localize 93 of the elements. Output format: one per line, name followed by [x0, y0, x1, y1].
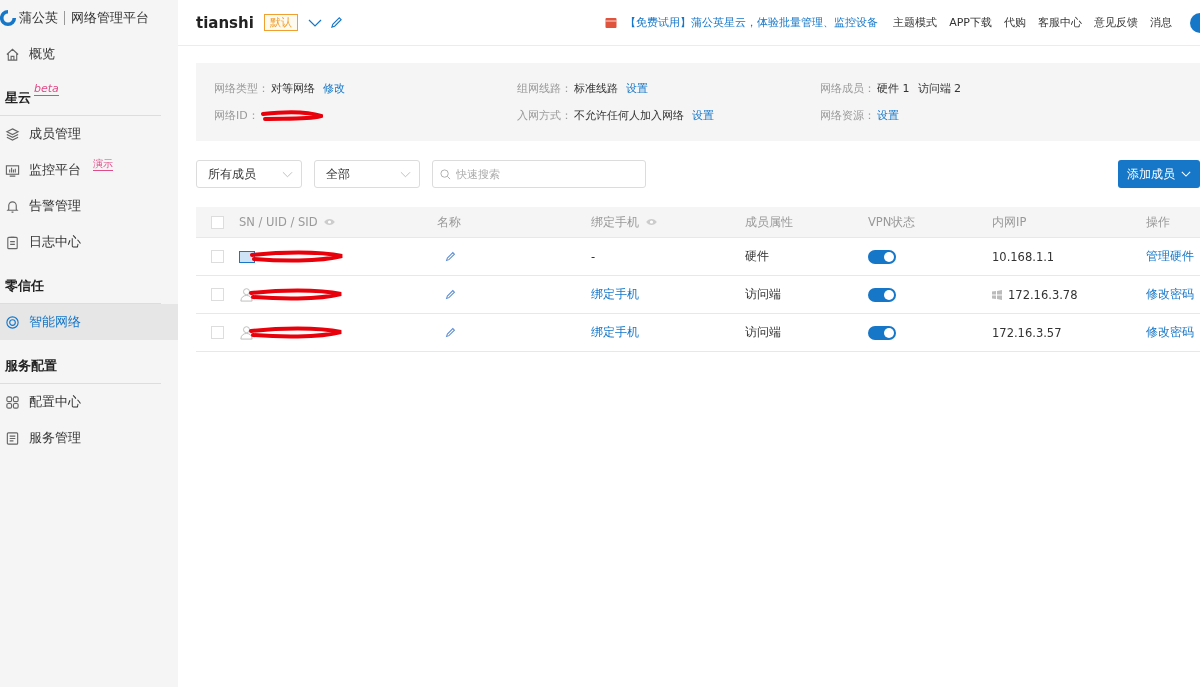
info-value: 对等网络: [271, 81, 315, 96]
logo-icon: [0, 9, 17, 27]
chevron-down-icon: [282, 170, 293, 178]
sidebar-item[interactable]: 概览: [0, 36, 178, 72]
chevron-down-icon: [1181, 171, 1191, 177]
network-name: tianshi: [196, 13, 254, 32]
vpn-toggle[interactable]: [868, 249, 896, 264]
nav-icon: [5, 46, 20, 62]
info-label: 网络成员：: [820, 81, 875, 96]
info-value: 访问端 2: [917, 81, 961, 96]
row-checkbox[interactable]: [211, 326, 224, 339]
pencil-icon[interactable]: [445, 327, 456, 338]
info-label: 网络ID：: [214, 108, 259, 123]
demo-tag: 演示: [93, 157, 113, 171]
user-icon: [239, 287, 254, 302]
info-value: 不允许任何人加入网络: [574, 108, 684, 123]
pencil-icon[interactable]: [445, 251, 456, 262]
column-header: 成员属性: [745, 214, 793, 230]
header-link[interactable]: 代购: [1004, 15, 1026, 30]
sidebar-item[interactable]: 监控平台 演示: [0, 152, 178, 188]
column-header: SN / UID / SID: [239, 215, 318, 229]
header-link[interactable]: 意见反馈: [1094, 15, 1138, 30]
nav-icon: [5, 314, 20, 330]
sidebar-item[interactable]: 告警管理: [0, 188, 178, 224]
sidebar-item[interactable]: 智能网络: [0, 304, 178, 340]
section-title: 服务配置: [5, 357, 57, 375]
user-icon: [239, 325, 254, 340]
gift-icon: [605, 16, 618, 29]
search-icon: [440, 169, 451, 180]
beta-tag: beta: [34, 82, 59, 96]
ip-address: 172.16.3.57: [992, 325, 1062, 340]
column-header: 绑定手机: [591, 214, 639, 230]
eye-icon[interactable]: [645, 218, 658, 226]
info-value: 标准线路: [574, 81, 618, 96]
section-title: 零信任: [5, 277, 44, 295]
search-field[interactable]: 快速搜索: [432, 160, 646, 188]
select-all-checkbox[interactable]: [211, 215, 224, 229]
info-label: 网络资源：: [820, 108, 875, 123]
sidebar-item[interactable]: 配置中心: [0, 384, 178, 420]
sidebar-item[interactable]: 成员管理: [0, 116, 178, 152]
brand-name: 蒲公英: [19, 9, 58, 27]
ip-address: 172.16.3.78: [1008, 287, 1078, 302]
column-header: 内网IP: [992, 214, 1027, 230]
header-link[interactable]: APP下载: [949, 15, 992, 30]
nav-icon: [5, 430, 20, 446]
vpn-toggle[interactable]: [868, 287, 896, 302]
nav-icon: [5, 234, 20, 250]
pencil-icon[interactable]: [445, 289, 456, 300]
device-icon: [239, 250, 255, 263]
add-member-button[interactable]: 添加成员: [1118, 160, 1200, 188]
section-title: 星云: [5, 89, 31, 107]
chevron-down-icon: [400, 170, 411, 178]
ip-address: 10.168.1.1: [992, 249, 1055, 264]
default-badge: 默认: [263, 14, 298, 31]
pencil-icon[interactable]: [329, 16, 343, 29]
bind-phone-link[interactable]: 绑定手机: [591, 287, 639, 302]
nav-icon: [5, 198, 20, 214]
header-link[interactable]: 客服中心: [1038, 15, 1082, 30]
info-label: 网络类型：: [214, 81, 269, 96]
nav-icon: [5, 162, 20, 178]
member-dropdown[interactable]: 所有成员: [196, 160, 302, 188]
nav-icon: [5, 126, 20, 142]
row-checkbox[interactable]: [211, 250, 224, 263]
promo-link[interactable]: 【免费试用】蒲公英星云，体验批量管理、监控设备: [625, 15, 879, 30]
member-type: 访问端: [745, 287, 781, 302]
vpn-toggle[interactable]: [868, 325, 896, 340]
info-label: 组网线路：: [517, 81, 572, 96]
info-value: 硬件 1: [877, 81, 910, 96]
member-type: 硬件: [745, 249, 769, 264]
nav-icon: [5, 394, 20, 410]
info-action-link[interactable]: 修改: [323, 81, 345, 96]
info-label: 入网方式：: [517, 108, 572, 123]
sidebar-item[interactable]: 日志中心: [0, 224, 178, 260]
eye-icon[interactable]: [323, 218, 337, 226]
header-link[interactable]: 消息: [1150, 15, 1172, 30]
row-action-link[interactable]: 修改密码: [1146, 287, 1194, 302]
row-action-link[interactable]: 修改密码: [1146, 325, 1194, 340]
info-action-link[interactable]: 设置: [692, 108, 714, 123]
column-header: VPN状态: [868, 214, 916, 230]
header-link[interactable]: 主题模式: [893, 15, 938, 30]
column-header: 名称: [437, 214, 461, 230]
chevron-down-icon[interactable]: [307, 18, 322, 27]
sidebar-item[interactable]: 服务管理: [0, 420, 178, 456]
product-name: 网络管理平台: [71, 9, 149, 27]
row-checkbox[interactable]: [211, 288, 224, 301]
column-header: 操作: [1146, 214, 1170, 230]
bind-phone-link[interactable]: 绑定手机: [591, 325, 639, 340]
info-action-link[interactable]: 设置: [626, 81, 648, 96]
member-type: 访问端: [745, 325, 781, 340]
row-action-link[interactable]: 管理硬件: [1146, 249, 1194, 264]
status-dropdown[interactable]: 全部: [314, 160, 420, 188]
info-action-link[interactable]: 设置: [877, 108, 899, 123]
phone-value: -: [591, 249, 596, 264]
